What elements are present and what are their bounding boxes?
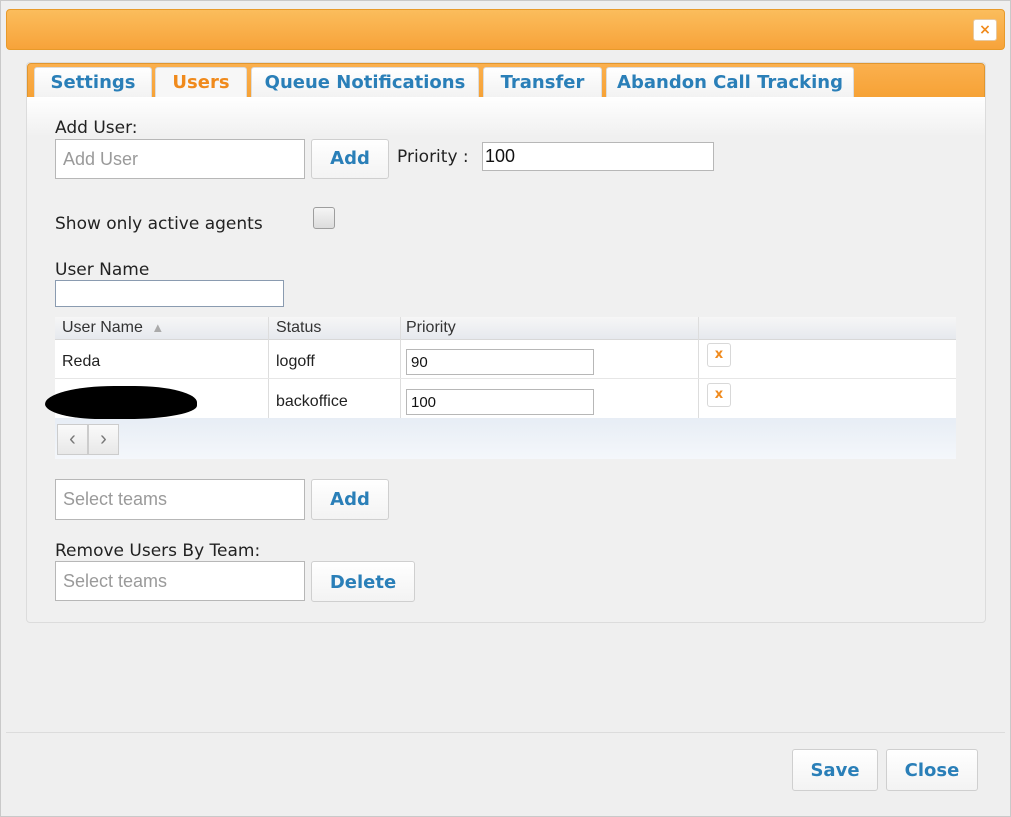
user-name-filter-input[interactable] (55, 280, 284, 307)
close-icon[interactable]: × (973, 19, 997, 41)
close-button[interactable]: Close (886, 749, 978, 791)
tab-settings[interactable]: Settings (34, 67, 152, 98)
remove-users-by-team-label: Remove Users By Team: (55, 541, 261, 561)
next-page-icon[interactable]: › (88, 424, 119, 455)
tab-queue-notifications[interactable]: Queue Notifications (251, 67, 479, 98)
add-user-input[interactable] (55, 139, 305, 179)
tab-users[interactable]: Users (155, 67, 247, 99)
redacted-user-name (45, 386, 197, 419)
column-header-status[interactable]: Status (276, 317, 321, 339)
grid-header: User Name ▲ Status Priority (55, 317, 956, 340)
tab-abandon-call-tracking[interactable]: Abandon Call Tracking (606, 67, 854, 98)
panel-header-shade (27, 97, 985, 137)
user-name-filter-label: User Name (55, 260, 150, 280)
dialog-window: × Settings Users Queue Notifications Tra… (0, 0, 1011, 817)
add-user-label: Add User: (55, 118, 138, 138)
remove-team-input[interactable] (55, 561, 305, 601)
column-header-priority[interactable]: Priority (406, 317, 456, 339)
grid-pager: ‹ › (55, 418, 956, 459)
row-priority-input[interactable] (406, 349, 594, 375)
column-header-user-name-label: User Name (62, 319, 143, 336)
delete-row-icon[interactable]: x (707, 343, 731, 367)
users-grid: User Name ▲ Status Priority Reda logoff … (55, 317, 956, 459)
row-priority-input[interactable] (406, 389, 594, 415)
add-team-button[interactable]: Add (311, 479, 389, 520)
show-active-agents-checkbox[interactable] (313, 207, 335, 229)
delete-row-icon[interactable]: x (707, 383, 731, 407)
footer-divider (6, 732, 1005, 733)
priority-label: Priority : (397, 147, 469, 167)
add-team-input[interactable] (55, 479, 305, 520)
add-user-button[interactable]: Add (311, 139, 389, 179)
delete-team-button[interactable]: Delete (311, 561, 415, 602)
table-row: Reda logoff x (55, 339, 956, 379)
sort-ascending-icon: ▲ (151, 320, 165, 335)
save-button[interactable]: Save (792, 749, 878, 791)
prev-page-icon[interactable]: ‹ (57, 424, 88, 455)
tab-transfer[interactable]: Transfer (483, 67, 602, 98)
priority-input[interactable] (482, 142, 714, 171)
dialog-titlebar[interactable]: × (6, 9, 1005, 50)
show-active-agents-label: Show only active agents (55, 214, 263, 234)
column-header-user-name[interactable]: User Name ▲ (62, 317, 164, 339)
tab-bar: Settings Users Queue Notifications Trans… (27, 63, 985, 99)
